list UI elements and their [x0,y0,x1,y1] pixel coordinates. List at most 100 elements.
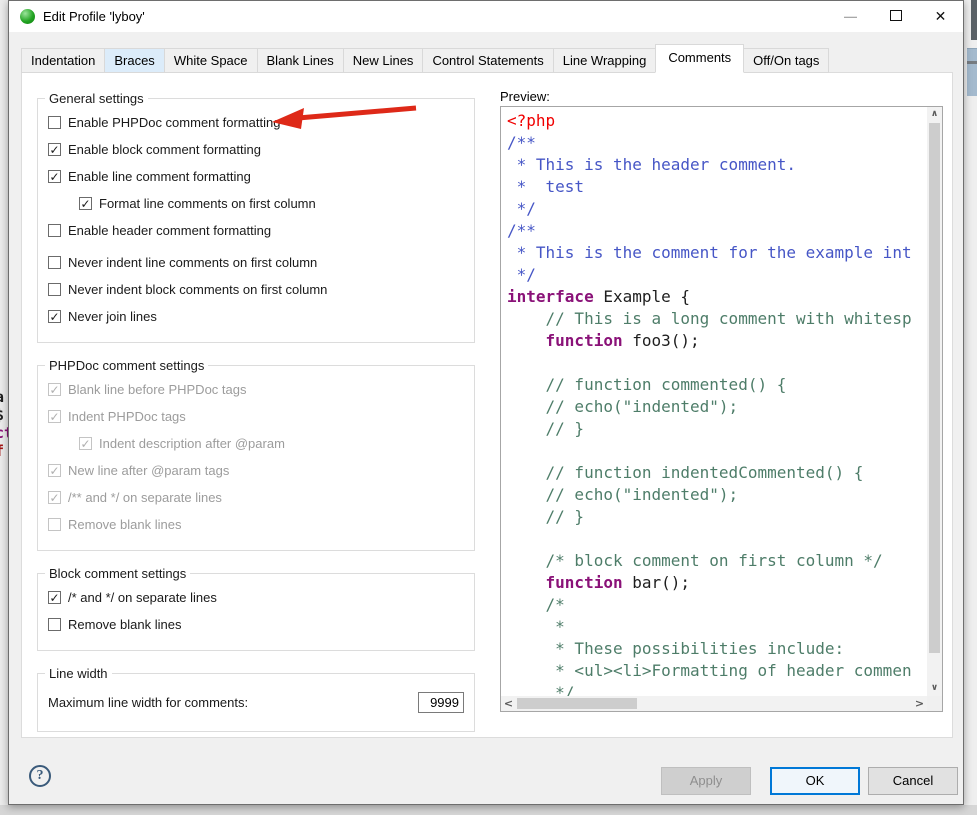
code-line: * test [507,176,927,198]
ok-button[interactable]: OK [770,767,860,795]
scroll-right-icon[interactable]: > [912,696,927,711]
background-window-left-fragment: a$ctf [0,0,8,815]
checkbox-label: New line after @param tags [68,463,229,478]
field-row-maximum-line-width-for-comments: Maximum line width for comments: [48,692,464,713]
code-line: // echo("indented"); [507,484,927,506]
code-line [507,528,927,550]
tab-line-wrapping[interactable]: Line Wrapping [553,48,657,73]
code-line: * This is the comment for the example in… [507,242,927,264]
tab-bar: IndentationBracesWhite SpaceBlank LinesN… [21,48,828,73]
vertical-scrollbar-thumb[interactable] [929,123,940,653]
scroll-up-icon[interactable]: ∧ [927,107,942,122]
checkbox-row-never-join-lines[interactable]: ✓ Never join lines [48,307,464,325]
checkbox-row-enable-line-comment-formatting[interactable]: ✓ Enable line comment formatting [48,167,464,185]
scroll-down-icon[interactable]: ∨ [927,681,942,696]
background-text-fragment: $ [0,406,4,424]
edit-profile-dialog: Edit Profile 'lyboy' — ✕ IndentationBrac… [8,0,964,805]
checkbox-label: Remove blank lines [68,517,181,532]
scroll-left-icon[interactable]: < [501,696,516,711]
checkbox-label: Enable block comment formatting [68,142,261,157]
code-line: */ [507,264,927,286]
tab-braces[interactable]: Braces [104,48,164,73]
tab-new-lines[interactable]: New Lines [343,48,424,73]
checkbox-label: Enable PHPDoc comment formatting [68,115,280,130]
max-line-width-label: Maximum line width for comments: [48,695,248,710]
background-window-right-fragment [964,0,977,815]
minimize-button[interactable]: — [828,1,873,32]
checkbox-and-on-separate-lines[interactable]: ✓ [48,591,61,604]
tab-control-statements[interactable]: Control Statements [422,48,553,73]
tab-comments[interactable]: Comments [655,44,744,73]
comments-tab-panel: General settings Enable PHPDoc comment fo… [21,72,953,738]
checkbox-row-never-indent-line-comments-on-first-column[interactable]: Never indent line comments on first colu… [48,253,464,271]
checkbox-row-remove-blank-lines: Remove blank lines [48,515,464,533]
checkbox-row-never-indent-block-comments-on-first-column[interactable]: Never indent block comments on first col… [48,280,464,298]
checkbox-row-new-line-after-param-tags: ✓New line after @param tags [48,461,464,479]
checkbox-row-enable-header-comment-formatting[interactable]: Enable header comment formatting [48,221,464,239]
code-line: <?php [507,110,927,132]
group-title: Block comment settings [45,566,190,581]
code-line [507,440,927,462]
app-icon [20,9,35,24]
checkbox-row-and-on-separate-lines[interactable]: ✓ /* and */ on separate lines [48,588,464,606]
code-line: /* block comment on first column */ [507,550,927,572]
code-line: // echo("indented"); [507,396,927,418]
apply-button: Apply [661,767,751,795]
tab-white-space[interactable]: White Space [164,48,258,73]
checkbox-label: Enable line comment formatting [68,169,251,184]
group-title: PHPDoc comment settings [45,358,208,373]
checkbox-label: /* and */ on separate lines [68,590,217,605]
checkbox-row-format-line-comments-on-first-column[interactable]: ✓ Format line comments on first column [79,194,464,212]
checkbox-enable-block-comment-formatting[interactable]: ✓ [48,143,61,156]
code-line: * [507,616,927,638]
group-phpdoc-comment-settings: PHPDoc comment settings✓Blank line befor… [37,365,475,551]
checkbox-row-enable-block-comment-formatting[interactable]: ✓ Enable block comment formatting [48,140,464,158]
code-line: function bar(); [507,572,927,594]
checkbox-never-indent-line-comments-on-first-column[interactable] [48,256,61,269]
checkbox-label: Enable header comment formatting [68,223,271,238]
code-line: /** [507,220,927,242]
cancel-button[interactable]: Cancel [868,767,958,795]
checkbox-enable-line-comment-formatting[interactable]: ✓ [48,170,61,183]
background-window-bottom-fragment [0,805,977,815]
vertical-scrollbar[interactable]: ∧ ∨ [927,107,942,696]
close-button[interactable]: ✕ [918,1,963,32]
horizontal-scrollbar[interactable]: < > [501,696,927,711]
checkbox-never-indent-block-comments-on-first-column[interactable] [48,283,61,296]
group-block-comment-settings: Block comment settings✓/* and */ on sepa… [37,573,475,651]
checkbox-never-join-lines[interactable]: ✓ [48,310,61,323]
code-line: // } [507,506,927,528]
tab-blank-lines[interactable]: Blank Lines [257,48,344,73]
code-line: // } [507,418,927,440]
horizontal-scrollbar-thumb[interactable] [517,698,637,709]
maximize-button[interactable] [873,1,918,32]
tab-off-on-tags[interactable]: Off/On tags [743,48,829,73]
checkbox-remove-blank-lines[interactable] [48,618,61,631]
group-title: Line width [45,666,112,681]
code-line: /** [507,132,927,154]
checkbox-enable-header-comment-formatting[interactable] [48,224,61,237]
checkbox-enable-phpdoc-comment-formatting[interactable] [48,116,61,129]
code-line: */ [507,682,927,696]
checkbox-row-blank-line-before-phpdoc-tags: ✓Blank line before PHPDoc tags [48,380,464,398]
code-area: <?php/** * This is the header comment. *… [501,107,927,696]
checkbox-label: Never join lines [68,309,157,324]
checkbox-label: Indent PHPDoc tags [68,409,186,424]
checkbox-format-line-comments-on-first-column[interactable]: ✓ [79,197,92,210]
help-button[interactable]: ? [29,765,51,787]
checkbox-label: Never indent line comments on first colu… [68,255,317,270]
code-line: interface Example { [507,286,927,308]
checkbox-label: Indent description after @param [99,436,285,451]
checkbox-label: Never indent block comments on first col… [68,282,327,297]
group-title: General settings [45,91,148,106]
checkbox-label: Format line comments on first column [99,196,316,211]
tab-indentation[interactable]: Indentation [21,48,105,73]
code-line: // function indentedCommented() { [507,462,927,484]
checkbox-row-remove-blank-lines[interactable]: Remove blank lines [48,615,464,633]
max-line-width-input[interactable] [418,692,464,713]
background-text-fragment: a [0,388,4,406]
window-title: Edit Profile 'lyboy' [43,1,145,32]
preview-box[interactable]: <?php/** * This is the header comment. *… [500,106,943,712]
settings-column: General settingsEnable PHPDoc comment fo… [37,98,475,754]
annotation-arrow [264,99,429,135]
